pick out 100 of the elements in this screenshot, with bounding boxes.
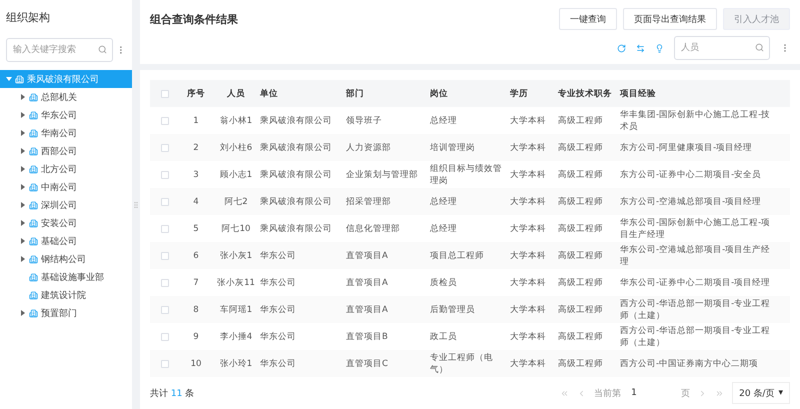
table-cell-text: 招采管理部 [346,196,392,208]
table-cell-text: 高级工程师 [558,196,604,208]
table-cell-text: 华丰集团-国际创新中心施工总工程-技术员 [620,108,772,132]
building-icon [29,272,38,282]
tree-item[interactable]: 中南公司 [0,178,132,196]
page-title: 组合查询条件结果 [150,12,238,26]
table-cell-text: 华东公司-国际创新中心施工总工程-项目生产经理 [620,216,772,240]
caret-right-icon[interactable] [20,166,26,172]
table-cell-text: 质检员 [430,276,458,288]
building-icon [15,74,24,84]
table-cell-text: 7 [192,276,200,288]
search-field[interactable]: 人员 [674,36,770,60]
caret-right-icon[interactable] [20,202,26,208]
search-icon[interactable] [755,43,764,52]
building-icon [29,164,38,174]
search-field[interactable]: 输入关键字搜索 [6,38,114,62]
table-cell-text: 大学本科 [510,114,547,126]
building-icon [29,200,38,210]
row-checkbox[interactable] [161,278,169,286]
tree-item[interactable]: 总部机关 [0,88,132,106]
caret-right-icon[interactable] [20,184,26,190]
table-cell-text: 10 [190,358,202,370]
caret-right-icon[interactable] [20,148,26,154]
table-cell-text: 信息化管理部 [346,222,401,234]
search-icon[interactable] [98,45,108,54]
total-count: 共计 11 条 [150,388,194,400]
table-cell-text: 翁小林1 [218,114,254,126]
select-all-checkbox[interactable] [161,90,169,98]
action-button[interactable]: 一键查询 [559,8,617,30]
table-cell-text: 阿七10 [220,222,252,234]
caret-right-icon[interactable] [20,256,26,262]
table-cell-text: 东方公司-阿里健康项目-项目经理 [620,142,754,154]
tree-item[interactable]: 华东公司 [0,106,132,124]
tree-item[interactable]: 基础设施事业部 [0,268,132,286]
caret-right-icon[interactable] [20,238,26,244]
building-icon [29,218,38,228]
row-checkbox[interactable] [161,170,169,178]
caret-right-icon[interactable] [20,310,26,316]
row-checkbox[interactable] [161,198,169,206]
row-checkbox[interactable] [161,224,169,232]
row-checkbox[interactable] [161,332,169,340]
caret-right-icon[interactable] [20,220,26,226]
splitter-handle-icon[interactable] [132,200,140,210]
table-cell-text: 8 [192,304,200,316]
table-cell-text: 大学本科 [510,168,547,180]
tree-item[interactable]: 北方公司 [0,160,132,178]
row-checkbox[interactable] [161,252,169,260]
row-checkbox[interactable] [161,116,169,124]
row-checkbox[interactable] [161,306,169,314]
table-cell-text: 西方公司-华语总部一期项目-专业工程师（土建） [620,298,772,322]
table-cell-text: 刘小柱6 [218,142,254,154]
table-cell-text: 乘风破浪有限公司 [260,222,333,234]
action-button[interactable]: 页面导出查询结果 [623,8,717,30]
table-cell-text: 西方公司-华语总部一期项目-专业工程师（土建） [620,324,772,348]
refresh-icon[interactable] [617,44,626,52]
table-cell-text: 顾小志1 [218,168,254,180]
table-cell-text: 领导班子 [346,114,383,126]
tree-item[interactable]: 基础公司 [0,232,132,250]
tree-item[interactable]: 预置部门 [0,304,132,322]
table-cell-text: 华东公司 [260,250,297,262]
building-icon [29,290,38,300]
building-icon [29,110,38,120]
table-cell-text: 2 [192,142,200,154]
row-checkbox[interactable] [161,360,169,368]
table-cell-text: 人力资源部 [346,142,392,154]
table-cell-text: 高级工程师 [558,142,604,154]
column-header: 专业技术职务 [558,88,613,100]
table-cell-text: 3 [192,168,200,180]
table-cell-text: 9 [192,330,200,342]
swap-icon[interactable] [636,44,645,52]
tree-item[interactable]: 西部公司 [0,142,132,160]
caret-down-icon[interactable] [6,76,12,82]
tree-item[interactable]: 安装公司 [0,214,132,232]
lightbulb-icon[interactable] [655,44,664,52]
table-cell-text: 大学本科 [510,276,547,288]
last-page-icon[interactable] [715,388,724,398]
tree-item[interactable]: 建筑设计院 [0,286,132,304]
table-cell-text: 高级工程师 [558,304,604,316]
tree-item[interactable]: 深圳公司 [0,196,132,214]
tree-item[interactable]: 华南公司 [0,124,132,142]
tree-item[interactable]: 钢结构公司 [0,250,132,268]
table-cell-text: 大学本科 [510,222,547,234]
column-header: 单位 [260,88,279,100]
first-page-icon[interactable] [560,388,570,398]
row-checkbox[interactable] [161,144,169,152]
caret-right-icon[interactable] [20,94,26,100]
page-size-select[interactable]: 20 条/页 ▾ [732,382,790,404]
table-cell-text: 直管项目A [346,304,389,316]
table-cell-text: 大学本科 [510,250,547,262]
caret-right-icon[interactable] [20,112,26,118]
column-header: 部门 [346,88,365,100]
caret-right-icon[interactable] [20,130,26,136]
table-cell-text: 后勤管理员 [430,304,476,316]
table-cell-text: 华东公司-空港城总部项目-项目生产经理 [620,244,772,268]
table-cell-text: 高级工程师 [558,222,604,234]
table-cell-text: 大学本科 [510,358,547,370]
table-cell-text: 直管项目C [346,358,389,370]
table-cell-text: 张小灰1 [218,250,254,262]
page-label: 页 [681,388,690,400]
table-cell-text: 6 [192,250,200,262]
